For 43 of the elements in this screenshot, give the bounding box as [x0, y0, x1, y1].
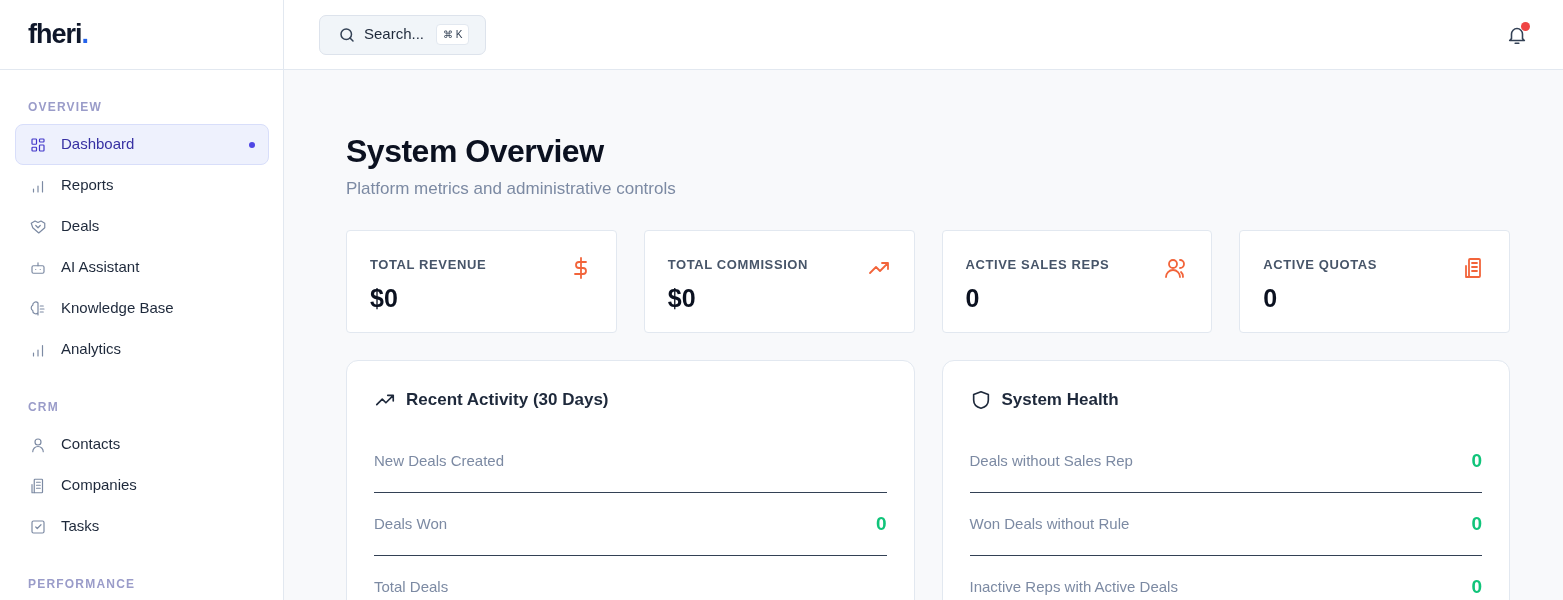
sidebar-item[interactable]: Analytics: [15, 329, 269, 370]
stat-value: 0: [965, 283, 981, 315]
metric-value: 0: [1471, 575, 1482, 600]
metric-label: Won Deals without Rule: [969, 514, 1130, 535]
section-heading: OVERVIEW: [27, 99, 104, 116]
active-indicator: [249, 141, 255, 148]
section-heading: CRM: [27, 399, 60, 416]
stat-value: $0: [667, 283, 697, 315]
stat-label: ACTIVE QUOTAS: [1263, 255, 1377, 274]
brain-icon: [29, 299, 47, 318]
metric-value: 0: [875, 512, 887, 537]
stat-value: $0: [370, 283, 399, 315]
sidebar-item[interactable]: Knowledge Base: [15, 288, 269, 329]
stat-label: TOTAL COMMISSION: [667, 255, 809, 274]
metric-label: New Deals Created: [374, 451, 505, 472]
checkbox-icon: [29, 517, 47, 536]
sidebar-item[interactable]: Dashboard: [15, 124, 269, 165]
panel-title: System Health: [1001, 388, 1119, 411]
brand-logo: fheri.: [28, 18, 89, 52]
panel-title: Recent Activity (30 Days): [406, 388, 609, 411]
stat-label: TOTAL REVENUE: [370, 255, 487, 274]
search-button[interactable]: Search... ⌘ K: [319, 14, 487, 55]
grid-icon: [29, 135, 47, 154]
stat-label: ACTIVE SALES REPS: [965, 255, 1110, 274]
section-heading: PERFORMANCE: [27, 576, 137, 593]
sidebar-item[interactable]: Deals: [15, 206, 269, 247]
stat-value: 0: [1263, 283, 1279, 315]
metric-label: Deals Won: [374, 514, 448, 535]
search-icon: [338, 25, 356, 44]
sidebar-item[interactable]: AI Assistant: [15, 247, 269, 288]
page-subtitle: Platform metrics and administrative controls: [346, 178, 677, 201]
shortcut-key: ⌘ K: [436, 24, 470, 45]
metric-value: 0: [1471, 449, 1482, 474]
metric-label: Total Deals: [374, 577, 449, 598]
page-title: System Overview: [346, 132, 605, 171]
metric-label: Inactive Reps with Active Deals: [969, 577, 1178, 598]
user-icon: [29, 435, 47, 454]
sidebar-item[interactable]: Reports: [15, 165, 269, 206]
metric-value: 0: [1471, 512, 1482, 537]
sidebar-item[interactable]: Tasks: [15, 506, 269, 547]
metric-label: Deals without Sales Rep: [969, 451, 1133, 472]
sidebar-item[interactable]: Companies: [15, 465, 269, 506]
sidebar-item[interactable]: Contacts: [15, 424, 269, 465]
